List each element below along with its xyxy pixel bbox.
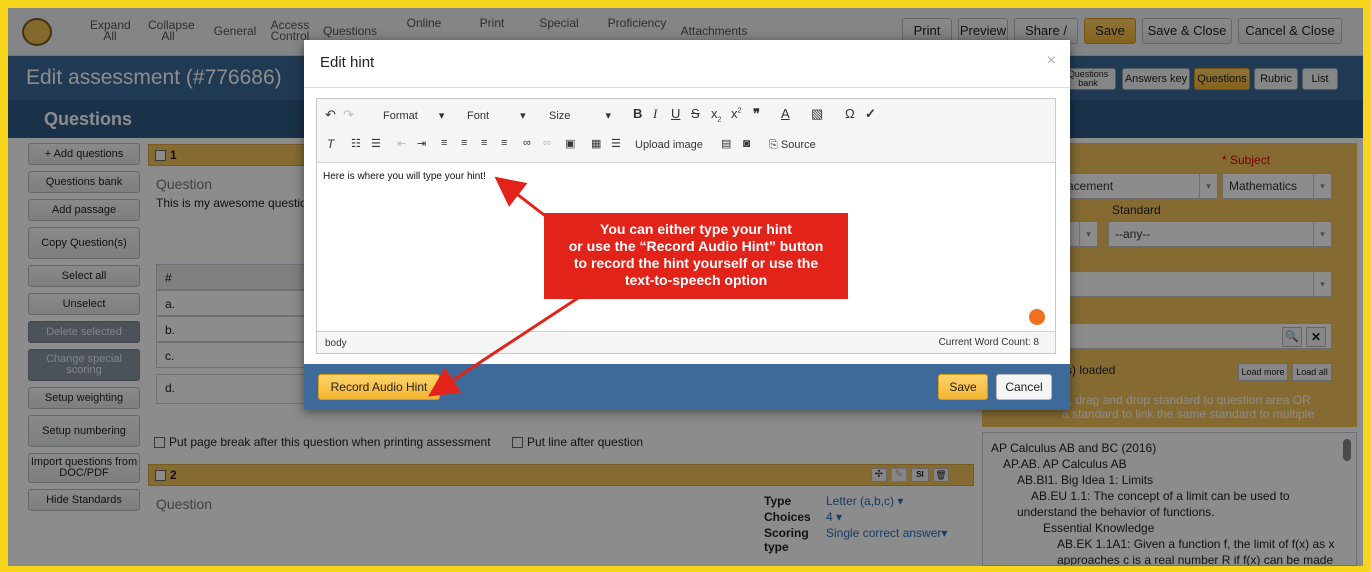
arrow-to-record-button	[427, 296, 579, 397]
callout-line-4: text-to-speech option	[624, 272, 768, 288]
callout-line-2: or use the “Record Audio Hint” button	[568, 238, 824, 254]
annotation-callout: You can either type your hint or use the…	[544, 213, 848, 299]
callout-line-1: You can either type your hint	[600, 221, 792, 237]
callout-line-3: to record the hint yourself or use the	[573, 255, 819, 271]
app-window: Expand All Collapse All General Access C…	[8, 8, 1363, 566]
arrow-to-editor	[494, 176, 549, 220]
